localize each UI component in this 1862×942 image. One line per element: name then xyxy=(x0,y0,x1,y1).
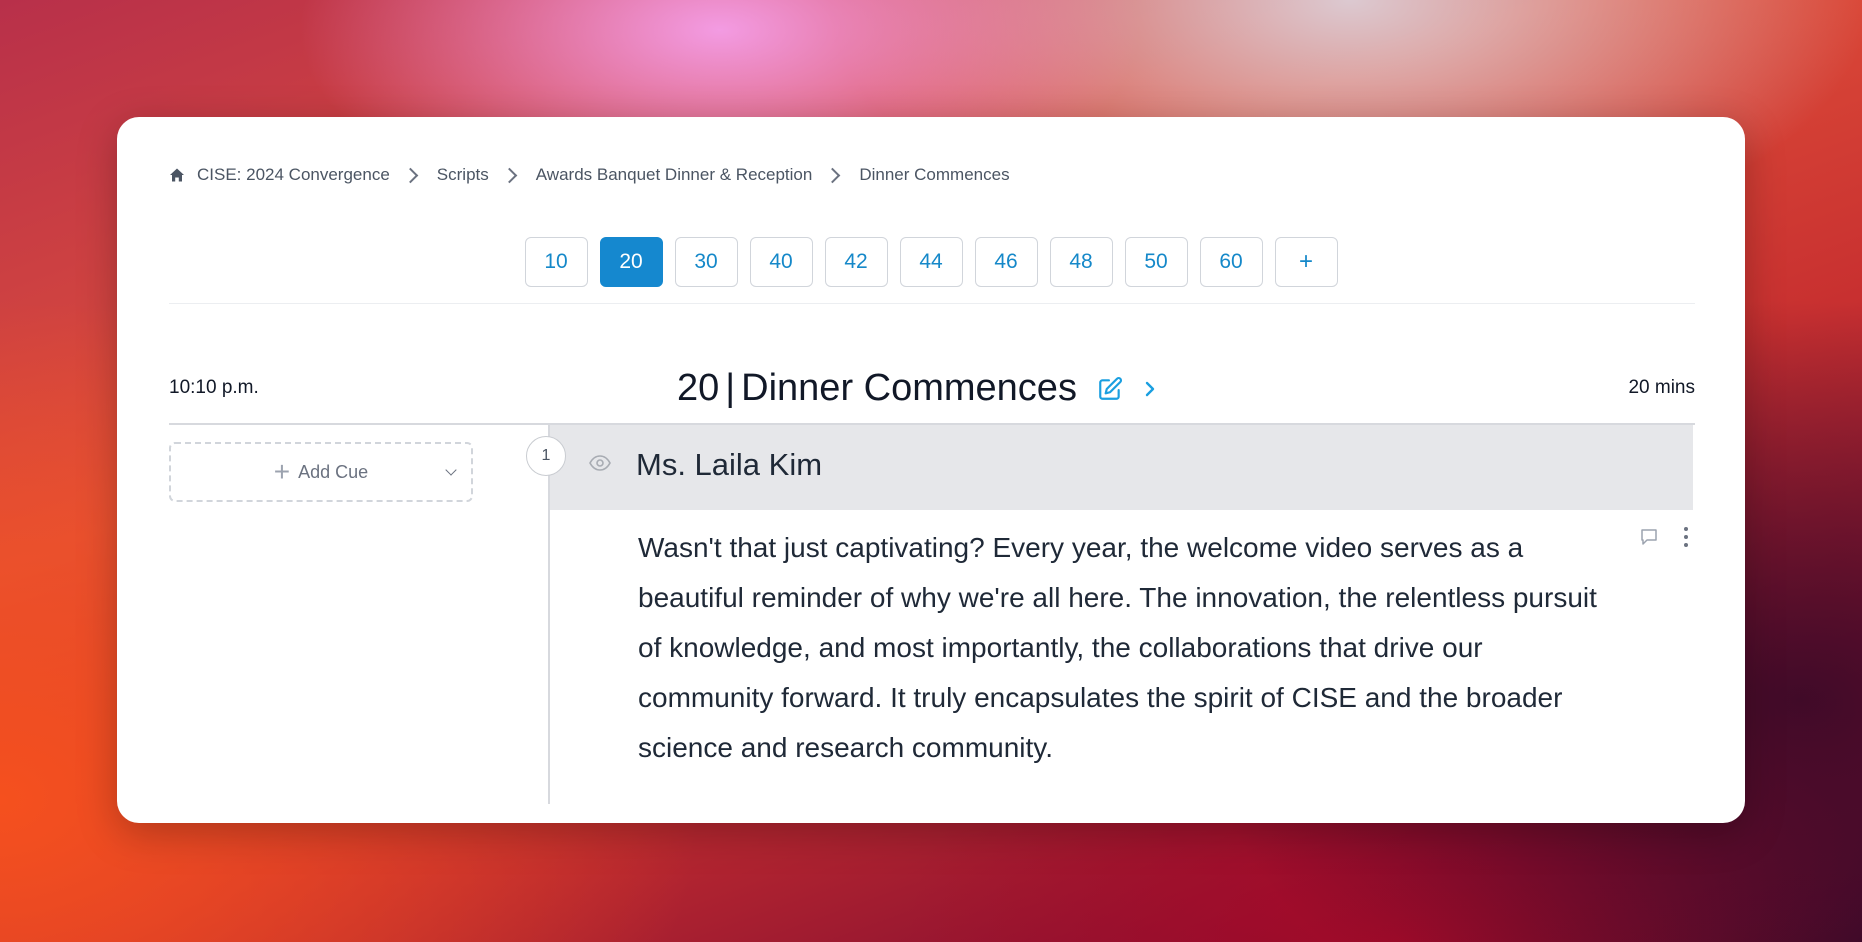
plus-icon: + xyxy=(273,456,291,487)
page-button-30[interactable]: 30 xyxy=(674,237,738,287)
page-button-60[interactable]: 60 xyxy=(1199,237,1263,287)
cue-number-badge: 1 xyxy=(526,436,566,476)
page-button-10[interactable]: 10 xyxy=(524,237,588,287)
page-button-20-active[interactable]: 20 xyxy=(599,237,663,287)
segment-pager: 10 20 30 40 42 44 46 48 50 60 + xyxy=(117,237,1745,287)
page-button-44[interactable]: 44 xyxy=(899,237,963,287)
segment-separator: | xyxy=(725,367,736,409)
segment-name: Dinner Commences xyxy=(741,367,1077,409)
chevron-right-icon xyxy=(825,167,841,183)
cue-script-text[interactable]: Wasn't that just captivating? Every year… xyxy=(638,523,1618,773)
more-vertical-icon[interactable] xyxy=(1683,526,1689,548)
script-card: CISE: 2024 Convergence Scripts Awards Ba… xyxy=(117,117,1745,823)
segment-time: 10:10 p.m. xyxy=(169,377,259,398)
divider xyxy=(169,303,1695,304)
home-icon[interactable] xyxy=(169,167,185,183)
chevron-down-icon[interactable] xyxy=(445,464,457,476)
add-cue-button[interactable]: + Add Cue xyxy=(169,442,473,502)
page-button-48[interactable]: 48 xyxy=(1049,237,1113,287)
segment-title: 20 | Dinner Commences xyxy=(677,367,1159,410)
edit-icon[interactable] xyxy=(1097,376,1123,402)
next-icon[interactable] xyxy=(1141,380,1159,398)
speaker-name: Ms. Laila Kim xyxy=(636,447,823,482)
breadcrumb-item-current: Dinner Commences xyxy=(859,165,1010,184)
page-button-40[interactable]: 40 xyxy=(749,237,813,287)
breadcrumb-item-event[interactable]: CISE: 2024 Convergence xyxy=(197,165,390,185)
page-button-46[interactable]: 46 xyxy=(974,237,1038,287)
add-segment-button[interactable]: + xyxy=(1274,237,1338,287)
chevron-right-icon xyxy=(501,167,518,183)
chevron-right-icon xyxy=(402,167,419,183)
breadcrumb-item-scripts[interactable]: Scripts xyxy=(437,165,489,185)
eye-icon[interactable] xyxy=(589,455,611,471)
add-cue-label: Add Cue xyxy=(298,461,369,482)
breadcrumb-item-session[interactable]: Awards Banquet Dinner & Reception xyxy=(536,165,813,185)
segment-number: 20 xyxy=(677,367,720,409)
comment-icon[interactable] xyxy=(1639,527,1659,547)
segment-duration: 20 mins xyxy=(1628,377,1695,398)
breadcrumb: CISE: 2024 Convergence Scripts Awards Ba… xyxy=(169,165,1010,185)
page-button-50[interactable]: 50 xyxy=(1124,237,1188,287)
page-button-42[interactable]: 42 xyxy=(824,237,888,287)
